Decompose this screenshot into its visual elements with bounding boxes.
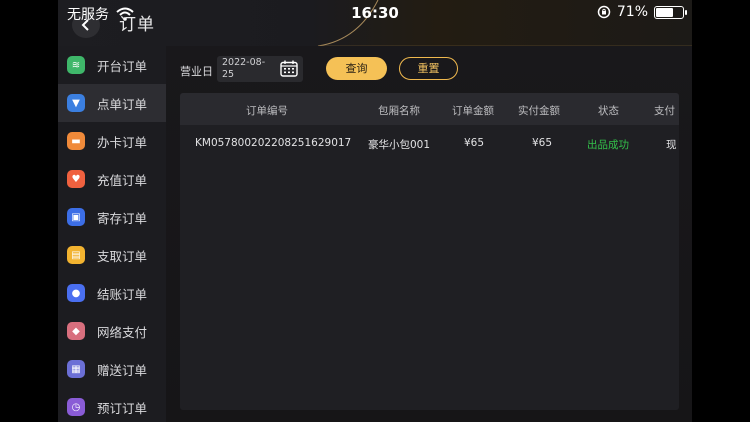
- cell-order-no: KM0578002022082516290​17: [195, 137, 352, 149]
- sidebar-item-5[interactable]: ▣ 寄存订单: [58, 198, 166, 236]
- cell-room: 豪华小包001: [368, 139, 431, 151]
- table-header: 订单编号 包厢名称 订单金额 实付金额 状态 支付: [180, 93, 679, 125]
- recharge-icon: ♥: [67, 170, 85, 188]
- sidebar-item-label: 支取订单: [97, 248, 148, 264]
- sidebar-item-8[interactable]: ◆ 网络支付: [58, 312, 166, 350]
- calendar-icon[interactable]: [280, 60, 298, 77]
- wallet-icon: ▤: [67, 246, 85, 264]
- sidebar-item-2[interactable]: ▼ 点单订单: [58, 84, 166, 122]
- gift-icon: ▦: [67, 360, 85, 378]
- layers-icon: ≋: [67, 56, 85, 74]
- table-row[interactable]: KM0578002022082516290​17 豪华小包001 ¥65 ¥65 出品成…: [180, 125, 679, 158]
- sidebar: ≋ 开台订单 ▼ 点单订单 ▬ 办卡订单 ♥ 充值订单 ▣ 寄存订单 ▤ 支取订单 ● 结账订单 ◆ 网络支付…: [58, 46, 166, 422]
- sidebar-item-label: 点单订单: [97, 96, 148, 112]
- cell-amount: ¥65: [464, 137, 485, 149]
- business-day-label: 营业日: [180, 65, 213, 78]
- bag-icon: ●: [67, 284, 85, 302]
- cell-paid: ¥65: [532, 137, 553, 149]
- battery-fill: [656, 7, 674, 17]
- cell-pay: 现: [666, 139, 677, 151]
- date-picker[interactable]: 2022-08- 25: [217, 56, 303, 82]
- sidebar-item-9[interactable]: ▦ 赠送订单: [58, 350, 166, 388]
- battery-percent: 71%: [616, 4, 648, 20]
- column-header: 订单编号: [246, 105, 288, 117]
- date-value: 2022-08- 25: [222, 57, 266, 80]
- column-header: 实付金额: [518, 105, 560, 117]
- card-icon: ▬: [67, 132, 85, 150]
- sidebar-item-label: 预订订单: [97, 400, 148, 416]
- column-header: 支付: [654, 105, 675, 117]
- sidebar-item-label: 开台订单: [97, 58, 148, 74]
- top-header: 无服务 订单 16:30 71%: [58, 0, 692, 47]
- sidebar-item-3[interactable]: ▬ 办卡订单: [58, 122, 166, 160]
- filter-icon: ▼: [67, 94, 85, 112]
- lock-icon: ▣: [67, 208, 85, 226]
- rotation-lock-icon: [597, 5, 611, 19]
- column-header: 订单金额: [452, 105, 494, 117]
- sidebar-item-1[interactable]: ≋ 开台订单: [58, 46, 166, 84]
- sidebar-item-label: 赠送订单: [97, 362, 148, 378]
- sidebar-item-label: 寄存订单: [97, 210, 148, 226]
- main-content: 营业日 2022-08- 25 查询 重置 订单编号 包厢名称 订单金额 实付金额 状态 支…: [166, 46, 692, 422]
- clock-icon: ◷: [67, 398, 85, 416]
- battery-icon: [654, 5, 687, 19]
- orders-table: 订单编号 包厢名称 订单金额 实付金额 状态 支付 KM05780020220825162…: [180, 93, 679, 410]
- sidebar-item-label: 结账订单: [97, 286, 148, 302]
- sidebar-item-4[interactable]: ♥ 充值订单: [58, 160, 166, 198]
- column-header: 状态: [598, 105, 619, 117]
- query-button[interactable]: 查询: [326, 57, 387, 80]
- column-header: 包厢名称: [378, 105, 420, 117]
- app-screen: 无服务 订单 16:30 71% ≋ 开台订单 ▼ 点单订单 ▬ 办卡订单 ♥ 充值订单 ▣ 寄存…: [58, 0, 692, 422]
- status-right: 71%: [597, 4, 687, 20]
- sidebar-item-label: 网络支付: [97, 324, 148, 340]
- sidebar-item-label: 充值订单: [97, 172, 148, 188]
- sidebar-item-10[interactable]: ◷ 预订订单: [58, 388, 166, 422]
- reset-button[interactable]: 重置: [399, 57, 458, 80]
- sidebar-item-label: 办卡订单: [97, 134, 148, 150]
- money-bag-icon: ◆: [67, 322, 85, 340]
- sidebar-item-6[interactable]: ▤ 支取订单: [58, 236, 166, 274]
- sidebar-item-7[interactable]: ● 结账订单: [58, 274, 166, 312]
- cell-status: 出品成功: [587, 139, 629, 151]
